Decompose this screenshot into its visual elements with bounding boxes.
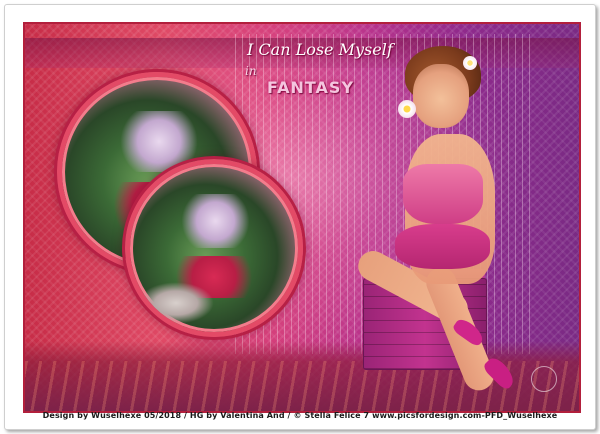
woman-pink-shorts bbox=[395, 224, 490, 269]
garden-circle-frame-2 bbox=[125, 159, 303, 337]
credit-line: Design by Wuselhexe 05/2018 / HG by Vale… bbox=[42, 411, 558, 420]
artwork-title-line-3: FANTASY bbox=[267, 78, 355, 97]
artwork-title-line-1: I Can Lose Myself bbox=[247, 40, 393, 59]
hair-flower-icon bbox=[463, 56, 477, 70]
artwork-title-line-2: in bbox=[245, 64, 257, 78]
stone-path bbox=[138, 281, 214, 324]
artwork-canvas: I Can Lose Myself in FANTASY bbox=[23, 22, 581, 413]
blossom-tree bbox=[177, 194, 255, 248]
hand-flower-icon bbox=[398, 100, 416, 118]
watermark-seal bbox=[531, 366, 557, 392]
woman-pink-top bbox=[403, 164, 483, 224]
woman-face bbox=[413, 64, 469, 128]
